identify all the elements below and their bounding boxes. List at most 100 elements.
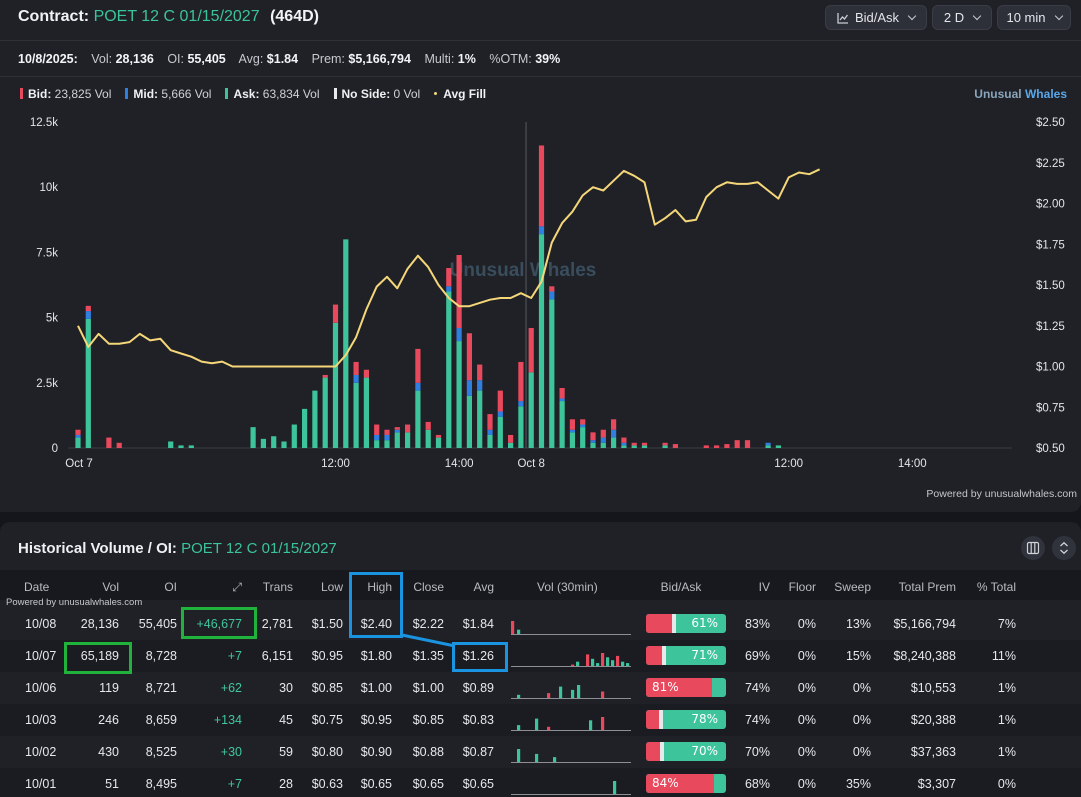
volume-bar-bid [703, 445, 709, 448]
volume-bar-ask [580, 427, 586, 448]
volume-bar-bid [487, 414, 493, 430]
mid-swatch [125, 88, 129, 99]
avg-fill-swatch [434, 92, 438, 95]
chart-mode-label: Bid/Ask [854, 10, 900, 25]
legend-mid[interactable]: Mid: 5,666 Vol [125, 87, 211, 101]
volume-bar-mid [590, 440, 596, 443]
y-tick-label-price: $2.00 [1036, 199, 1065, 211]
daily-stats: 10/8/2025: Vol: 28,136 OI: 55,405 Avg: $… [18, 52, 570, 66]
interval-dropdown[interactable]: 10 min [997, 5, 1071, 30]
volume-bar-ask [291, 424, 297, 448]
days-to-expiry: (464D) [270, 8, 319, 25]
legend-avg-fill-label: Avg Fill [443, 87, 487, 101]
vol-value: 28,136 [115, 52, 154, 66]
volume-bar-ask [374, 440, 380, 448]
volume-bar-bid [611, 419, 617, 430]
volume-bar-ask [641, 445, 648, 448]
volume-bar-bid [508, 434, 514, 443]
vol-label: Vol: [91, 52, 113, 66]
volume-bar-mid [600, 437, 606, 443]
legend-ask-vol: 63,834 Vol [262, 87, 320, 101]
volume-bar-bid [528, 328, 534, 373]
volume-bar-ask [271, 436, 277, 448]
volume-bar-ask [332, 322, 339, 448]
y-tick-label-price: $2.50 [1036, 117, 1065, 129]
volume-bar-ask [425, 429, 431, 448]
volume-bar-bid [518, 361, 524, 402]
volume-bar-ask [590, 442, 596, 448]
interval-label: 10 min [1006, 10, 1046, 25]
volume-bar-mid [621, 442, 627, 446]
volume-bar-mid [538, 226, 545, 235]
volume-bar-bid [631, 442, 637, 446]
legend-mid-label: Mid: [133, 87, 159, 101]
prem-label: Prem: [311, 52, 345, 66]
chart-mode-dropdown[interactable]: Bid/Ask [825, 5, 927, 30]
brand-word-2: Whales [1024, 87, 1067, 101]
volume-bar-bid [456, 255, 462, 329]
volume-bar-ask [415, 390, 421, 448]
volume-bar-ask [775, 445, 781, 448]
volume-bar-ask [508, 442, 514, 448]
volume-bar-mid [518, 401, 524, 407]
contract-name: POET 12 C 01/15/2027 [93, 8, 260, 25]
divider [0, 40, 1081, 41]
volume-bar-ask [477, 390, 483, 448]
volume-bar-bid [384, 429, 390, 435]
prem-value: $5,166,794 [348, 52, 411, 66]
volume-bar-bid [394, 427, 400, 430]
volume-bar-ask [466, 395, 472, 448]
legend-bid-vol: 23,825 Vol [54, 87, 112, 101]
y-tick-label-volume: 10k [39, 182, 58, 194]
volume-bar-bid [85, 305, 91, 312]
volume-bar-mid [765, 442, 771, 446]
volume-bar-ask [250, 427, 256, 448]
volume-bar-ask [322, 377, 328, 448]
chevron-down-icon [1054, 11, 1063, 21]
volume-bar-ask [343, 239, 349, 448]
volume-bar-bid [600, 429, 606, 438]
x-tick-label: 12:00 [321, 458, 350, 470]
x-tick-label: 14:00 [445, 458, 474, 470]
volume-bar-ask [528, 372, 534, 448]
volume-bar-bid [116, 442, 122, 448]
volume-bar-ask [538, 234, 545, 448]
legend-ask-label: Ask: [233, 87, 260, 101]
legend-mid-vol: 5,666 Vol [161, 87, 212, 101]
range-dropdown[interactable]: 2 D [932, 5, 992, 30]
volume-bar-mid [569, 429, 575, 433]
volume-bar-bid [322, 374, 328, 378]
volume-bar-mid [446, 286, 452, 292]
legend-ask[interactable]: Ask: 63,834 Vol [225, 87, 320, 101]
volume-bar-mid [477, 380, 483, 391]
historical-volume-panel: Historical Volume / OI: POET 12 C 01/15/… [0, 522, 1081, 797]
volume-bar-mid [580, 424, 586, 428]
x-tick-label: Oct 7 [65, 458, 92, 470]
y-tick-label-volume: 12.5k [30, 117, 58, 129]
legend-avg-fill[interactable]: Avg Fill [434, 87, 486, 101]
volume-bar-bid [75, 429, 81, 435]
y-tick-label-price: $0.75 [1036, 402, 1065, 414]
legend-no-side[interactable]: No Side: 0 Vol [333, 87, 421, 101]
chevron-down-icon [907, 11, 917, 21]
volume-bar-mid [559, 398, 565, 402]
volume-bar-bid [538, 145, 545, 227]
avg-label: Avg: [238, 52, 264, 66]
watermark-text: Unusual Whales [450, 260, 597, 281]
volume-bar-bid [734, 440, 740, 448]
brand-word-1: Unusual [974, 87, 1022, 101]
divider [0, 76, 1081, 77]
stats-date: 10/8/2025: [18, 52, 78, 66]
oi-label: OI: [167, 52, 184, 66]
volume-bar-bid [580, 419, 586, 425]
y-tick-label-volume: 5k [46, 313, 58, 325]
volume-bar-ask [363, 377, 369, 448]
volume-bar-mid [549, 291, 555, 300]
volume-bar-bid [641, 442, 648, 446]
volume-bar-bid [477, 364, 483, 381]
volume-bar-bid [363, 369, 369, 378]
legend-no-side-vol: 0 Vol [393, 87, 421, 101]
legend-bid[interactable]: Bid: 23,825 Vol [20, 87, 111, 101]
bid-swatch [20, 88, 23, 99]
volume-bar-mid [611, 429, 617, 438]
